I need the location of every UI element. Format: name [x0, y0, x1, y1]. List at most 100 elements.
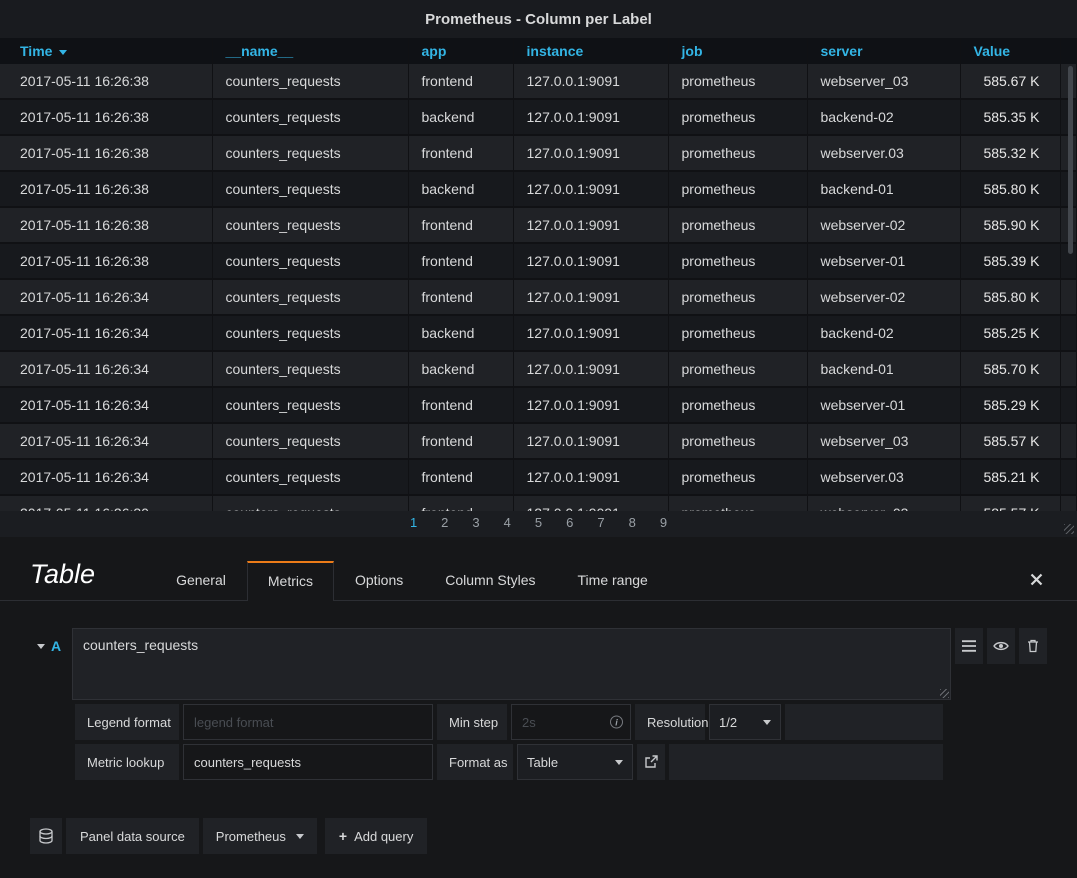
table-cell: 2017-05-11 16:26:38 [0, 135, 212, 171]
table-cell: counters_requests [212, 64, 408, 99]
table-cell: 2017-05-11 16:26:30 [0, 495, 212, 511]
row-filler [785, 704, 943, 740]
chevron-down-icon [37, 644, 45, 649]
external-link-icon [644, 755, 658, 769]
tab-general[interactable]: General [155, 561, 247, 600]
metric-lookup-label: Metric lookup [75, 744, 179, 780]
table-row: 2017-05-11 16:26:38counters_requestsback… [0, 171, 1077, 207]
tab-options[interactable]: Options [334, 561, 424, 600]
table-cell: 2017-05-11 16:26:38 [0, 171, 212, 207]
table-cell: 127.0.0.1:9091 [513, 99, 668, 135]
column-header[interactable]: server [807, 38, 960, 64]
datasource-select[interactable]: Prometheus [203, 818, 317, 854]
query-options-row-2: Metric lookup Format as Table [75, 744, 943, 780]
table-cell: prometheus [668, 171, 807, 207]
column-header[interactable]: Time [0, 38, 212, 64]
panel-resize-grip[interactable] [1064, 524, 1074, 534]
table-cell: webserver.03 [807, 459, 960, 495]
table-cell: 127.0.0.1:9091 [513, 495, 668, 511]
table-row: 2017-05-11 16:26:34counters_requestsfron… [0, 387, 1077, 423]
table-cell: 2017-05-11 16:26:34 [0, 423, 212, 459]
page-7[interactable]: 7 [597, 515, 604, 530]
table-wrap: Time__name__appinstancejobserverValue 20… [0, 38, 1077, 511]
table-cell: prometheus [668, 423, 807, 459]
scrollbar-thumb[interactable] [1068, 66, 1073, 254]
page-3[interactable]: 3 [472, 515, 479, 530]
tab-metrics[interactable]: Metrics [247, 561, 334, 601]
table-cell: frontend [408, 207, 513, 243]
table-cell: 585.90 K [960, 207, 1060, 243]
format-as-select[interactable]: Table [517, 744, 633, 780]
table-cell: backend-01 [807, 171, 960, 207]
page-1[interactable]: 1 [410, 515, 417, 530]
column-header[interactable]: app [408, 38, 513, 64]
page-5[interactable]: 5 [535, 515, 542, 530]
table-cell: counters_requests [212, 135, 408, 171]
table-cell: 2017-05-11 16:26:38 [0, 64, 212, 99]
table-cell: frontend [408, 135, 513, 171]
column-header[interactable]: Value [960, 38, 1060, 64]
table-cell-filler [1060, 495, 1077, 511]
column-header[interactable]: job [668, 38, 807, 64]
query-visibility-button[interactable] [987, 628, 1015, 664]
panel-title[interactable]: Prometheus - Column per Label [0, 0, 1077, 38]
query-collapse-toggle[interactable]: A [30, 628, 68, 664]
pagination: 1 2 3 4 5 6 7 8 9 [0, 511, 1077, 533]
resolution-select[interactable]: 1/2 [709, 704, 781, 740]
query-menu-button[interactable] [955, 628, 983, 664]
page-4[interactable]: 4 [504, 515, 511, 530]
table-cell: 585.29 K [960, 387, 1060, 423]
legend-format-label: Legend format [75, 704, 179, 740]
page-6[interactable]: 6 [566, 515, 573, 530]
menu-icon [962, 640, 976, 652]
table-cell: prometheus [668, 243, 807, 279]
chevron-down-icon [296, 834, 304, 839]
table-cell: 585.35 K [960, 99, 1060, 135]
panel-editor: Table General Metrics Options Column Sty… [0, 559, 1077, 854]
table-cell-filler [1060, 351, 1077, 387]
external-link-button[interactable] [637, 744, 665, 780]
table-row: 2017-05-11 16:26:38counters_requestsback… [0, 99, 1077, 135]
table-cell: counters_requests [212, 99, 408, 135]
table-cell: 127.0.0.1:9091 [513, 387, 668, 423]
page-8[interactable]: 8 [629, 515, 636, 530]
table-cell: 127.0.0.1:9091 [513, 207, 668, 243]
query-delete-button[interactable] [1019, 628, 1047, 664]
add-query-button[interactable]: + Add query [325, 818, 427, 854]
table-cell: 2017-05-11 16:26:34 [0, 315, 212, 351]
legend-format-input[interactable] [183, 704, 433, 740]
table-cell: 585.21 K [960, 459, 1060, 495]
query-expression-wrap: counters_requests [72, 628, 951, 700]
tab-time-range[interactable]: Time range [557, 561, 669, 600]
table-cell: 585.57 K [960, 423, 1060, 459]
table-cell: backend [408, 351, 513, 387]
table-cell: 585.57 K [960, 495, 1060, 511]
table-cell: 2017-05-11 16:26:34 [0, 459, 212, 495]
table-cell: 127.0.0.1:9091 [513, 459, 668, 495]
table-row: 2017-05-11 16:26:38counters_requestsfron… [0, 64, 1077, 99]
close-editor-button[interactable] [1030, 573, 1047, 600]
table-cell: frontend [408, 495, 513, 511]
page-9[interactable]: 9 [660, 515, 667, 530]
panel-type-title: Table [30, 559, 95, 600]
table-cell: counters_requests [212, 279, 408, 315]
table-row: 2017-05-11 16:26:34counters_requestsback… [0, 351, 1077, 387]
table-cell: 127.0.0.1:9091 [513, 135, 668, 171]
table-cell: prometheus [668, 495, 807, 511]
metric-lookup-input[interactable] [183, 744, 433, 780]
query-expression-input[interactable]: counters_requests [72, 628, 951, 700]
table-cell: counters_requests [212, 495, 408, 511]
column-header[interactable]: __name__ [212, 38, 408, 64]
row-filler [669, 744, 943, 780]
datasource-help-button[interactable] [30, 818, 62, 854]
table-cell: 127.0.0.1:9091 [513, 423, 668, 459]
table-cell: 127.0.0.1:9091 [513, 351, 668, 387]
table-cell: prometheus [668, 387, 807, 423]
database-icon [38, 828, 54, 844]
table-cell: backend [408, 315, 513, 351]
column-header[interactable]: instance [513, 38, 668, 64]
page-2[interactable]: 2 [441, 515, 448, 530]
table-cell: prometheus [668, 279, 807, 315]
tab-column-styles[interactable]: Column Styles [424, 561, 556, 600]
table-cell: 127.0.0.1:9091 [513, 171, 668, 207]
